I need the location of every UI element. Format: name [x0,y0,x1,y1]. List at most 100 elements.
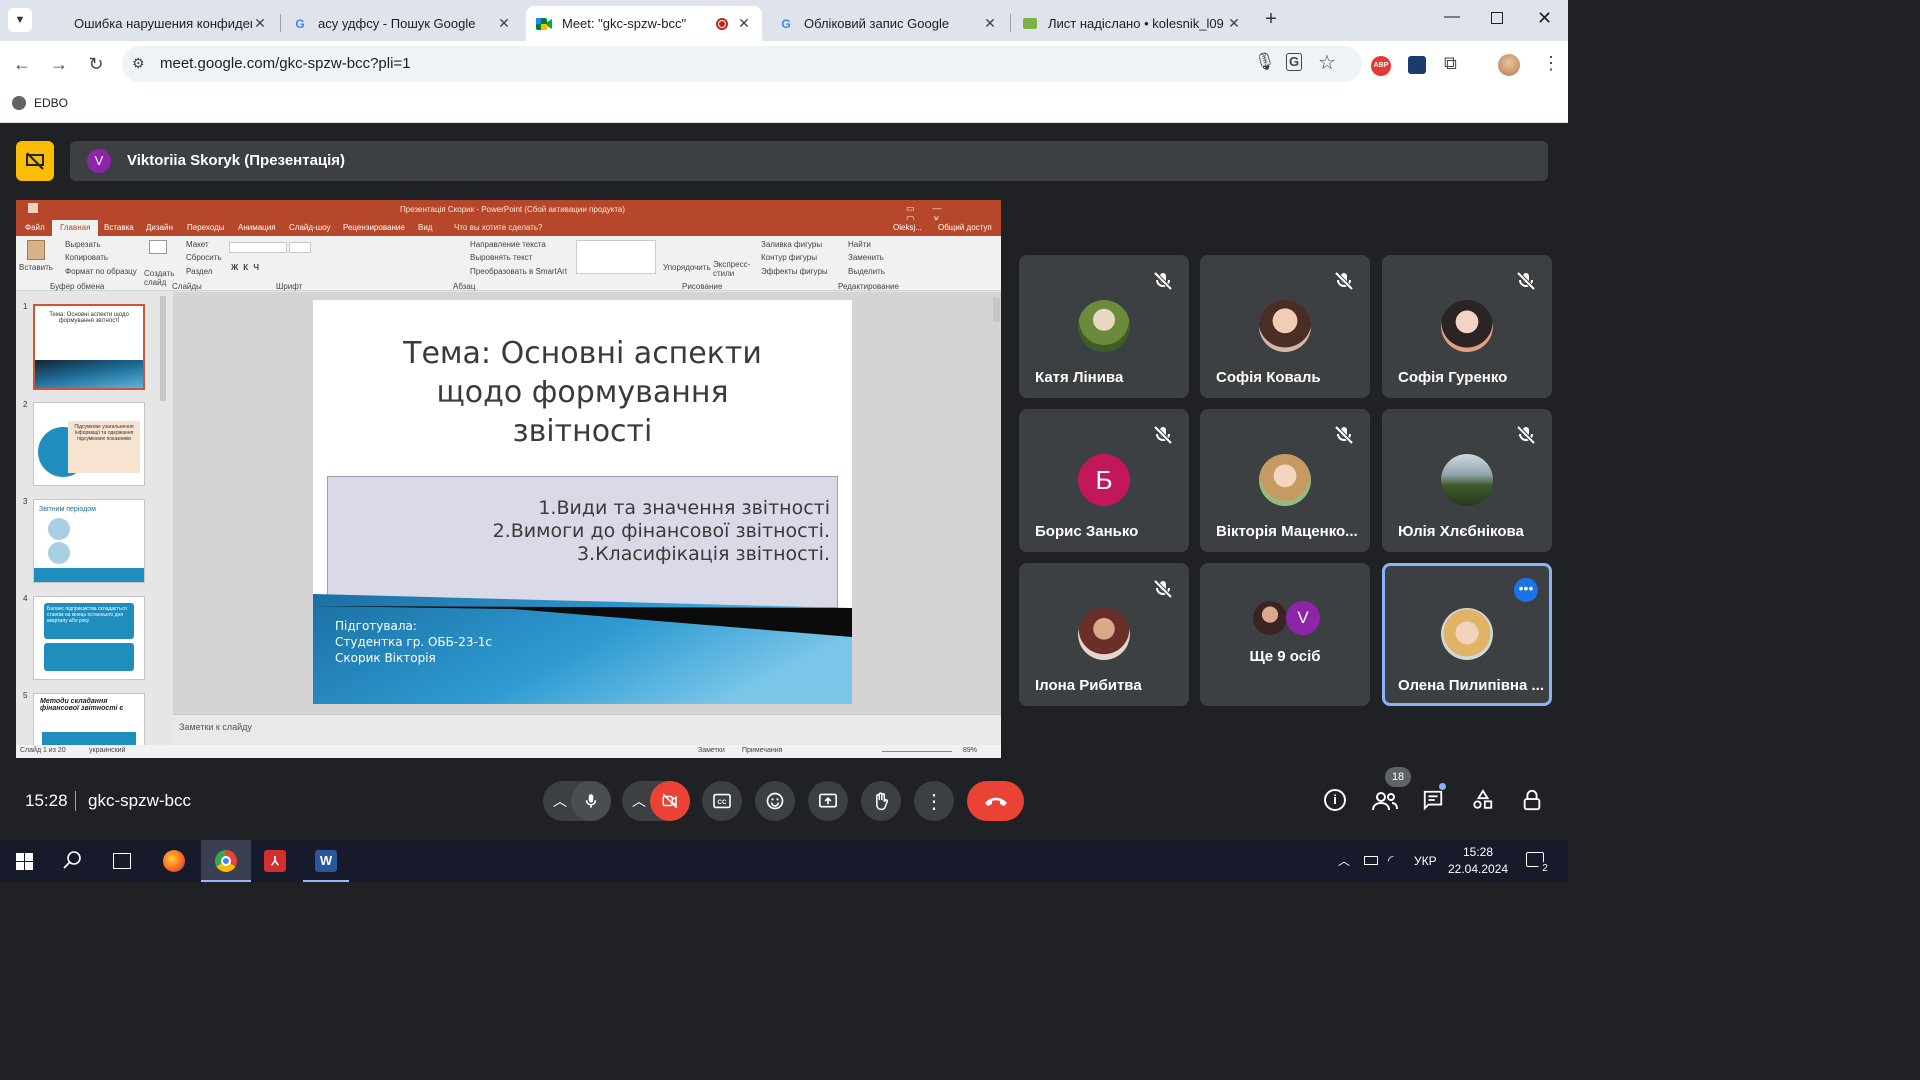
forward-icon[interactable]: → [45,50,73,78]
back-icon[interactable]: ← [8,50,36,78]
microphone-icon[interactable]: 🎙 [1254,52,1276,72]
slide-title: Тема: Основні аспекти щодо формування зв… [403,336,762,449]
firefox-icon[interactable] [163,850,185,872]
tab-gmail[interactable]: Лист надіслано • kolesnik_l09 ✕ [1012,6,1252,41]
google-icon: G [781,16,791,31]
slide-thumbnail[interactable]: Баланс підприємства складається станом н… [33,596,145,680]
current-slide[interactable]: Тема: Основні аспекти щодо формування зв… [313,300,852,704]
extension-icon[interactable] [1408,56,1426,74]
clock[interactable]: 15:28 22.04.2024 [1448,844,1508,878]
translate-icon[interactable]: G [1286,53,1303,71]
slide-thumbnail[interactable]: Методи складання фінансової звітності є [33,693,145,753]
leave-call-button[interactable] [967,781,1024,821]
close-icon[interactable]: ✕ [736,15,752,32]
tab-google-search[interactable]: G асу удфсу - Пошук Google ✕ [282,6,522,41]
chat-icon[interactable] [1422,789,1444,816]
site-settings-icon[interactable]: ⚙ [132,55,145,72]
chrome-taskbar-item[interactable] [201,840,251,882]
notes-pane[interactable]: Заметки к слайду [173,714,1001,745]
audio-controls: ︿ [543,781,611,821]
shapes-gallery [576,240,656,274]
more-options-icon[interactable]: ••• [1514,578,1538,602]
avatar [1441,300,1493,352]
minimize-button[interactable]: — [1444,8,1460,26]
chevron-up-icon[interactable]: ︿ [632,791,646,811]
close-window-button[interactable]: ✕ [1537,8,1552,29]
close-icon[interactable]: ✕ [252,15,268,32]
microphone-icon[interactable] [571,781,611,821]
bookmarks-bar: EDBO [0,87,1568,123]
slide-thumbnail[interactable]: Звітним періодом [33,499,145,583]
editor-scrollbar[interactable] [993,298,1000,322]
url-text[interactable]: meet.google.com/gkc-spzw-bcc?pli=1 [160,55,411,72]
people-icon[interactable] [1372,791,1398,816]
participant-tile[interactable]: Вікторія Маценко... [1200,409,1370,552]
participant-tile-self[interactable]: ••• Олена Пилипівна ... [1382,563,1552,706]
bookmark-star-icon[interactable]: ☆ [1318,50,1336,75]
restore-button[interactable] [1491,12,1503,24]
bookmark-edbo[interactable]: EDBO [12,96,68,110]
captions-button[interactable]: CC [702,781,742,821]
tab-search-button[interactable]: ▼ [8,8,32,32]
new-tab-button[interactable]: + [1260,8,1282,31]
task-view-icon[interactable] [113,853,131,869]
info-icon[interactable]: i [1324,789,1346,811]
chrome-icon [215,850,237,872]
adblock-icon[interactable]: ABP [1371,56,1391,76]
word-taskbar-item[interactable]: W [303,840,349,882]
gmail-icon [1022,16,1038,32]
slide-thumbnail[interactable]: Тема: Основні аспекти щодо формування зв… [33,304,145,390]
participant-tile[interactable]: Ілона Рибитва [1019,563,1189,706]
others-tile[interactable]: V Ще 9 осіб [1200,563,1370,706]
present-button[interactable] [808,781,848,821]
paste-icon [27,240,45,260]
reload-icon[interactable]: ↻ [82,50,110,78]
meet-icon [536,16,552,32]
close-icon[interactable]: ✕ [1226,15,1242,32]
avatar [1259,454,1311,506]
avatar [1253,601,1287,635]
participant-tile[interactable]: Софія Гуренко [1382,255,1552,398]
avatar [1078,300,1130,352]
camera-off-icon[interactable] [650,781,690,821]
windows-start-icon[interactable] [16,853,33,870]
participant-tile[interactable]: Юлія Хлєбнікова [1382,409,1552,552]
tab-meet[interactable]: Meet: "gkc-spzw-bcc" ✕ [526,6,762,41]
menu-icon[interactable]: ⋮ [1542,53,1560,74]
meeting-time: 15:28 [25,791,68,810]
address-bar[interactable]: ⚙ meet.google.com/gkc-spzw-bcc?pli=1 🎙 G… [122,46,1362,82]
extensions-puzzle-icon[interactable]: ⧉ [1444,53,1457,74]
close-icon[interactable]: ✕ [496,15,512,32]
slide-thumbnail[interactable]: Підсумкове узагальнення інформації та од… [33,402,145,486]
video-controls: ︿ [622,781,690,821]
notifications-count: 2 [1538,862,1552,876]
mic-off-icon [1153,579,1173,599]
participant-tile[interactable]: Катя Лінива [1019,255,1189,398]
close-icon[interactable]: ✕ [982,15,998,32]
thumbnails-scrollbar[interactable] [160,296,166,401]
tray-chevron-icon[interactable]: ︿ [1338,852,1350,869]
presentation-toggle-icon[interactable] [16,141,54,181]
profile-avatar[interactable] [1498,54,1520,76]
battery-icon[interactable] [1364,856,1378,865]
slide-editor: Тема: Основні аспекти щодо формування зв… [173,292,1001,714]
mic-off-icon [1334,271,1354,291]
meet-area: V Viktoriia Skoryk (Презентація) Презент… [0,123,1568,840]
participant-tile[interactable]: Софія Коваль [1200,255,1370,398]
activities-icon[interactable] [1472,789,1494,816]
chevron-up-icon[interactable]: ︿ [553,791,567,811]
host-controls-icon[interactable] [1521,789,1543,816]
mic-off-icon [1516,271,1536,291]
acrobat-icon[interactable]: ⅄ [264,850,286,872]
raise-hand-button[interactable] [861,781,901,821]
search-icon[interactable] [62,850,82,875]
emoji-button[interactable] [755,781,795,821]
language-indicator[interactable]: УКР [1414,854,1437,868]
chat-notification-dot [1439,783,1446,790]
more-options-button[interactable]: ⋮ [914,781,954,821]
recording-icon [716,17,728,30]
tab-privacy-error[interactable]: Ошибка нарушения конфиденци ✕ [38,6,278,41]
participant-tile[interactable]: Б Борис Занько [1019,409,1189,552]
tab-google-account[interactable]: G Обліковий запис Google ✕ [768,6,1008,41]
wifi-icon[interactable]: ◜ [1388,852,1393,869]
